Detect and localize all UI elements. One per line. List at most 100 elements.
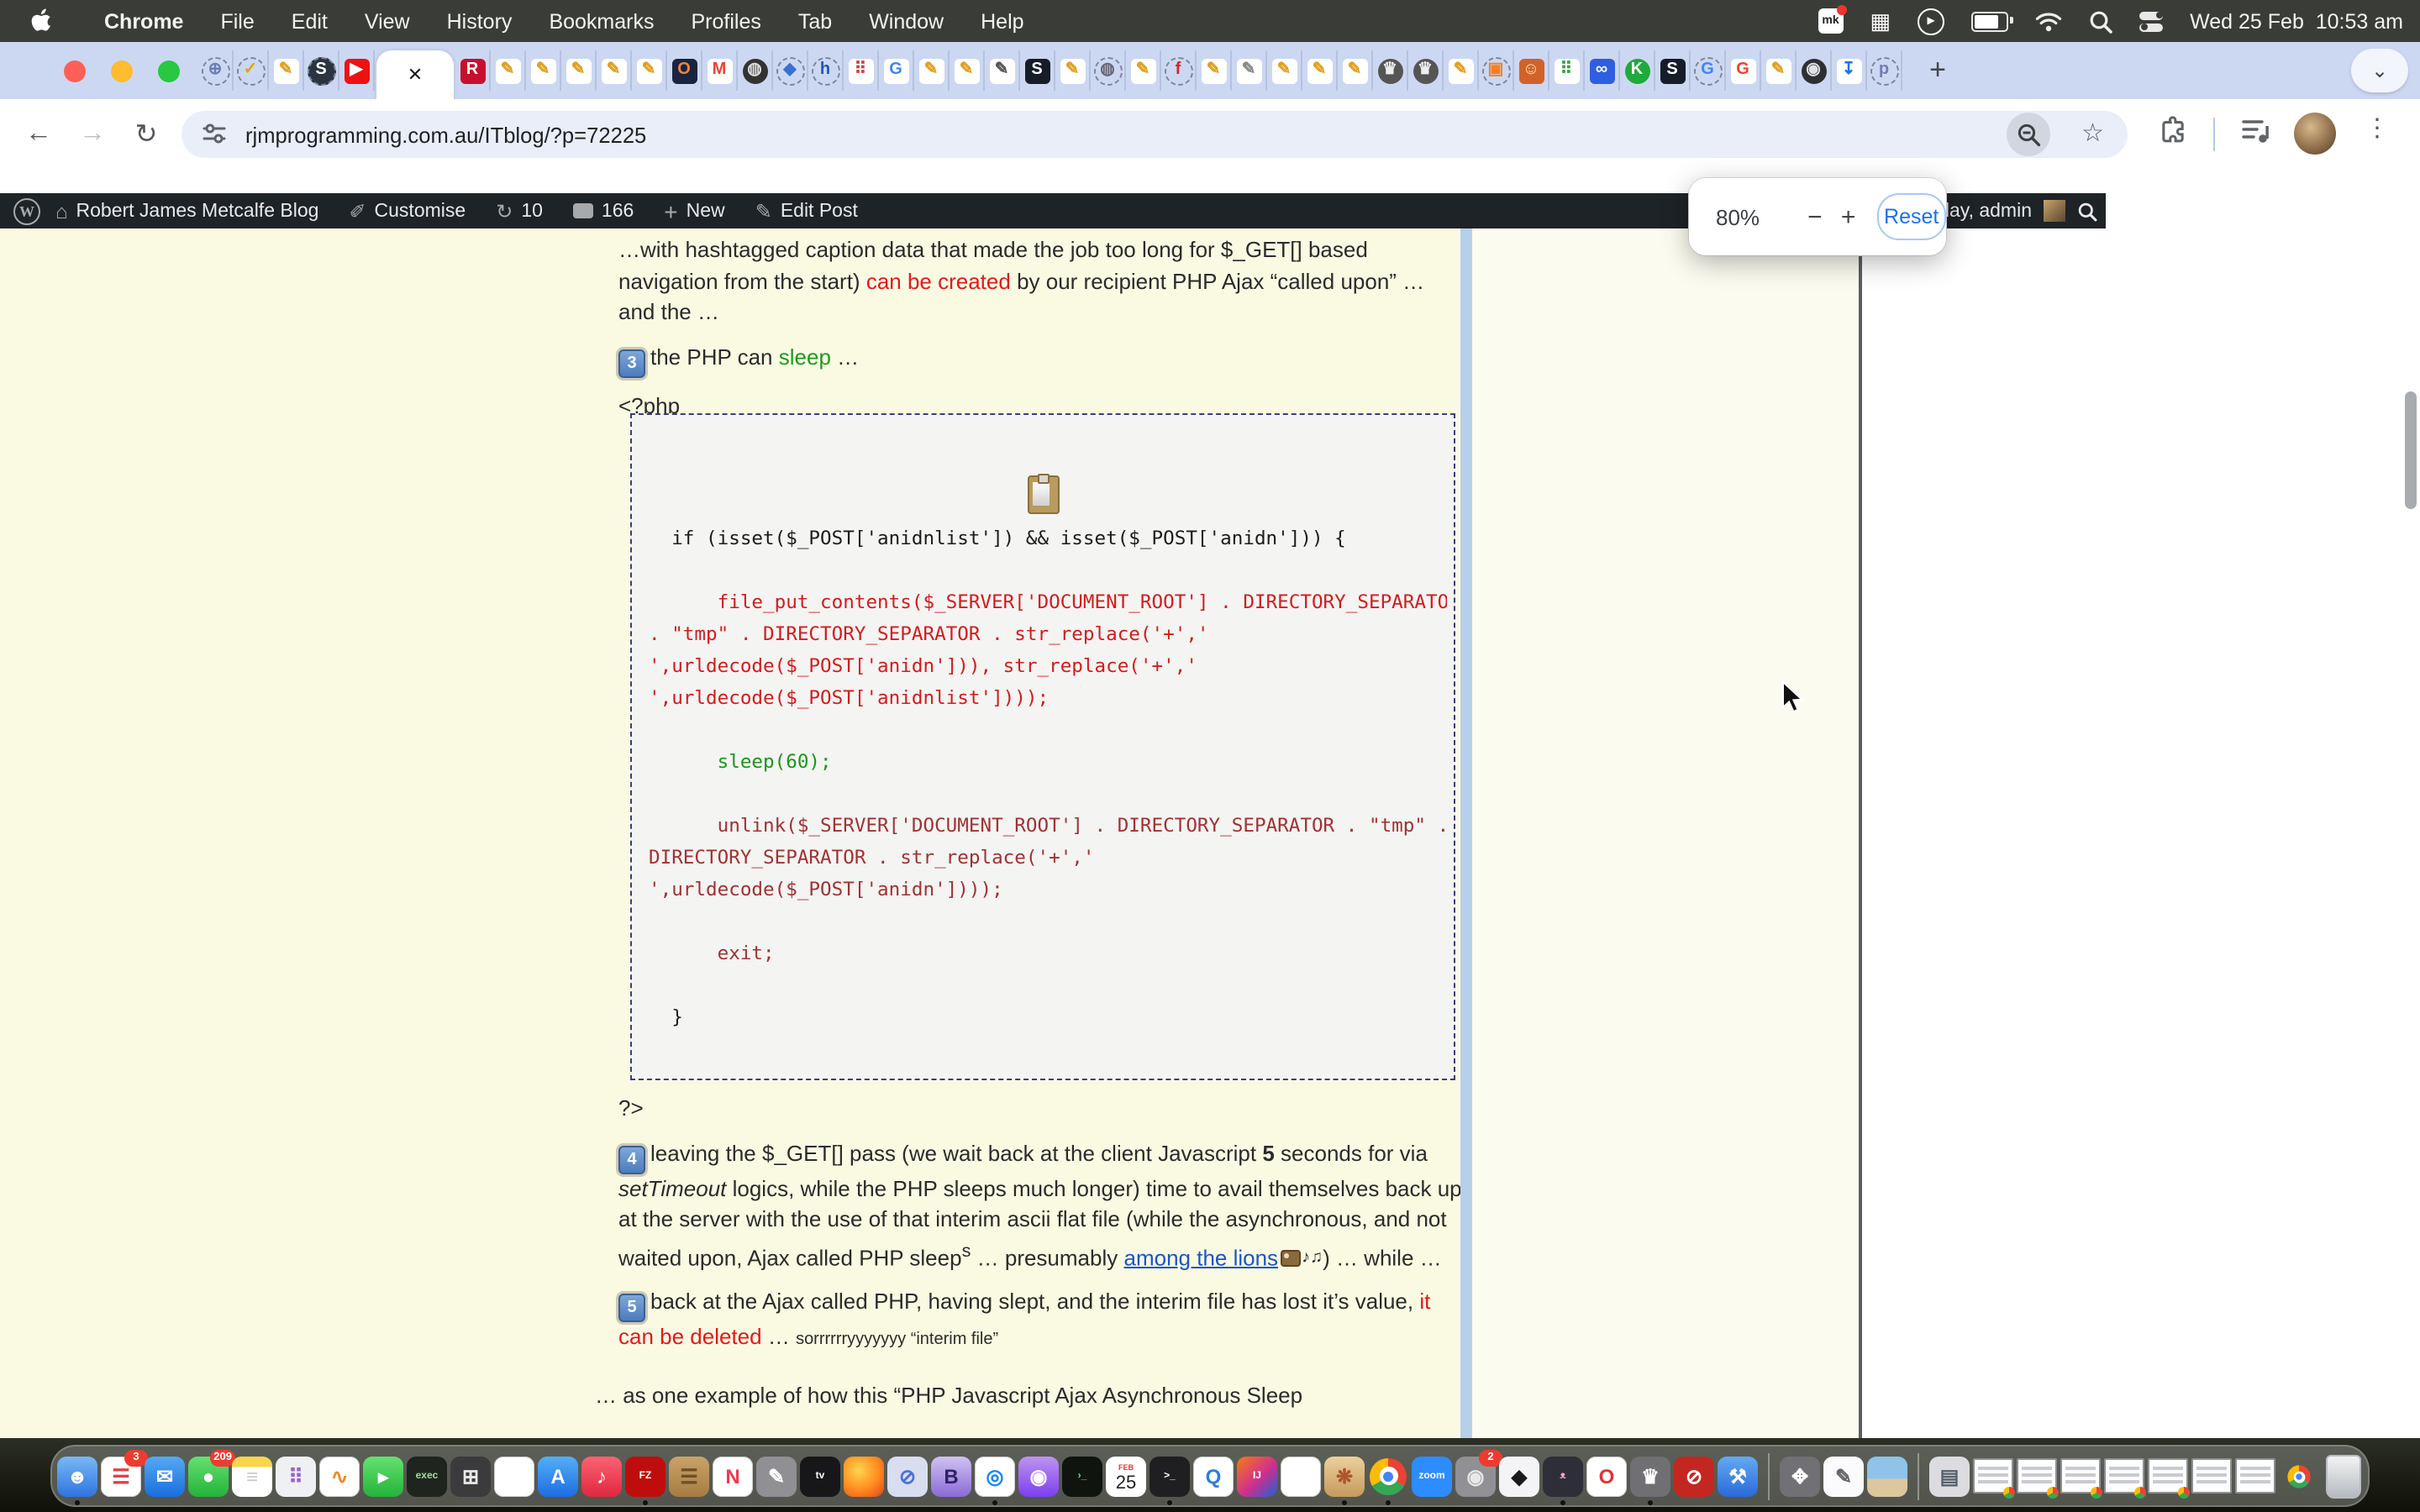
battery-icon[interactable]: [1971, 11, 2008, 31]
book-tab[interactable]: ☺: [1514, 50, 1549, 91]
menu-item-edit[interactable]: Edit: [273, 9, 346, 33]
admin-search-icon[interactable]: [2077, 201, 2097, 221]
menu-item-view[interactable]: View: [346, 9, 429, 33]
youtube-tab[interactable]: ▶: [339, 50, 375, 91]
dock-item-no-entry-app[interactable]: ⊘: [1674, 1456, 1714, 1496]
o-dark-tab[interactable]: O: [667, 50, 702, 91]
dock-item-finder[interactable]: ☻: [57, 1456, 97, 1496]
apple-menu[interactable]: [30, 8, 52, 34]
dock-item-photo[interactable]: [1867, 1456, 1907, 1496]
dock-item-reminders[interactable]: ☰3: [101, 1456, 141, 1496]
menu-item-file[interactable]: File: [202, 9, 272, 33]
zoom-indicator-button[interactable]: [2007, 113, 2050, 156]
dock-item-blocked-app[interactable]: ⊘: [887, 1456, 928, 1496]
hw-tab[interactable]: h: [808, 50, 844, 91]
s-dark-tab[interactable]: S: [304, 50, 339, 91]
dock-item-minimized-window[interactable]: [2191, 1456, 2232, 1496]
dock-item-notes[interactable]: ≡: [232, 1456, 272, 1496]
gorilla-tab[interactable]: ♛: [1373, 50, 1408, 91]
menu-item-chrome[interactable]: Chrome: [86, 9, 202, 33]
dock-item-cat-app[interactable]: ᴥ: [1543, 1456, 1583, 1496]
menu-item-profiles[interactable]: Profiles: [673, 9, 780, 33]
dock-item-filezilla[interactable]: FZ: [625, 1456, 666, 1496]
dock-item-calendar[interactable]: FEB25: [1106, 1456, 1146, 1496]
dock-item-minimized-window[interactable]: [2060, 1456, 2101, 1496]
dock-item-minimized-window[interactable]: [2148, 1456, 2188, 1496]
dock-item-b-crystal[interactable]: B: [931, 1456, 971, 1496]
menu-bar-clock[interactable]: Wed 25 Feb 10:53 am: [2190, 9, 2403, 33]
pencil-tab[interactable]: ✎: [1126, 50, 1161, 91]
dock-item-contacts[interactable]: ☰: [669, 1456, 709, 1496]
pencil-tab[interactable]: ✎: [491, 50, 526, 91]
pencil-tab[interactable]: ✎: [1444, 50, 1479, 91]
dock-item-blank-document[interactable]: [494, 1456, 534, 1496]
browser-menu-button[interactable]: ⋮: [2365, 113, 2390, 143]
compass-tab[interactable]: ⊕: [198, 50, 234, 91]
pencil-tab[interactable]: ✎: [914, 50, 950, 91]
dock-item-news[interactable]: N: [713, 1456, 753, 1496]
s-black-tab[interactable]: S: [1020, 50, 1055, 91]
pencil-tab[interactable]: ✎: [985, 50, 1020, 91]
wordpress-logo-icon[interactable]: W: [13, 197, 40, 224]
dots-tab[interactable]: ⠿: [1549, 50, 1585, 91]
roar-tab[interactable]: R: [455, 50, 491, 91]
dock-item-chrome-mini[interactable]: [2279, 1456, 2319, 1496]
dock-item-terminal[interactable]: >_: [1150, 1456, 1190, 1496]
tab-overflow-button[interactable]: ⌄: [2351, 49, 2408, 92]
dock-item-xcode[interactable]: ⚒: [1718, 1456, 1758, 1496]
dock-item-trash[interactable]: [2323, 1456, 2363, 1496]
pencil-tab[interactable]: ✎: [1267, 50, 1302, 91]
google-tab[interactable]: G: [879, 50, 914, 91]
check-tab[interactable]: ✓: [234, 50, 269, 91]
dock-item-calculator[interactable]: ⊞: [450, 1456, 491, 1496]
dock-item-chrome[interactable]: [1368, 1456, 1408, 1496]
chrome-dark-tab[interactable]: ◉: [1797, 50, 1832, 91]
window-grid-icon[interactable]: ▦: [1870, 8, 1891, 34]
forward-button[interactable]: →: [71, 113, 114, 156]
dock-item-launchpad[interactable]: ⠿: [276, 1456, 316, 1496]
playback-icon[interactable]: ▶: [1918, 8, 1944, 34]
dock-item-intellij[interactable]: IJ: [1237, 1456, 1277, 1496]
google-tab[interactable]: G: [1726, 50, 1761, 91]
wp-site-menu[interactable]: ⌂ Robert James Metcalfe Blog: [40, 193, 334, 228]
pencil-tab[interactable]: ✎: [269, 50, 304, 91]
dock-item-opera[interactable]: O: [1586, 1456, 1627, 1496]
pencil-tab[interactable]: ✎: [597, 50, 632, 91]
menu-item-help[interactable]: Help: [962, 9, 1042, 33]
wifi-icon[interactable]: [2035, 11, 2062, 31]
dock-item-camera-utility[interactable]: ◉2: [1455, 1456, 1496, 1496]
wp-new-button[interactable]: + New: [649, 193, 739, 228]
dock-item-safari[interactable]: ◎: [975, 1456, 1015, 1496]
scrollbar-thumb[interactable]: [2405, 391, 2417, 509]
pencil-tab[interactable]: ✎: [950, 50, 985, 91]
url-bar[interactable]: rjmprogramming.com.au/ITblog/?p=72225 ☆: [182, 111, 2128, 158]
wp-updates-button[interactable]: ↻ 10: [481, 193, 558, 228]
pencil-tab[interactable]: ✎: [1302, 50, 1338, 91]
spotlight-search-icon[interactable]: [2089, 9, 2112, 33]
dock-item-apple-tv[interactable]: tv: [800, 1456, 840, 1496]
media-controls-button[interactable]: [2242, 118, 2272, 144]
dock-item-minimized-window[interactable]: [2017, 1456, 2057, 1496]
wp-edit-post-button[interactable]: ✎ Edit Post: [740, 193, 873, 228]
gmail-tab[interactable]: M: [702, 50, 738, 91]
dock-item-shredder[interactable]: ▤: [1929, 1456, 1970, 1496]
zoom-reset-button[interactable]: Reset: [1876, 193, 1946, 240]
pencil-tab[interactable]: ✎: [561, 50, 597, 91]
dock-item-firefox[interactable]: [844, 1456, 884, 1496]
reload-button[interactable]: ↻: [124, 113, 168, 156]
globe-dark-tab[interactable]: ◍: [738, 50, 773, 91]
globe-dash-tab[interactable]: ◍: [1091, 50, 1126, 91]
close-window-button[interactable]: [64, 60, 86, 82]
dock-item-zoom[interactable]: zoom: [1412, 1456, 1452, 1496]
site-info-icon[interactable]: [202, 121, 227, 146]
new-tab-button[interactable]: +: [1918, 50, 1958, 91]
dock-item-inkscape[interactable]: ◆: [1499, 1456, 1539, 1496]
mackeeper-menu-icon[interactable]: mk: [1818, 8, 1844, 34]
wp-comments-button[interactable]: 166: [558, 193, 649, 228]
dock-item-quicktime[interactable]: Q: [1193, 1456, 1234, 1496]
pencil-tab[interactable]: ✎: [1232, 50, 1267, 91]
dock-item-app-store[interactable]: A: [538, 1456, 578, 1496]
dock-item-notes-pencil[interactable]: ✎: [1823, 1456, 1864, 1496]
dock-item-gimp[interactable]: ✎: [756, 1456, 797, 1496]
dock-item-pages-document[interactable]: [1281, 1456, 1321, 1496]
